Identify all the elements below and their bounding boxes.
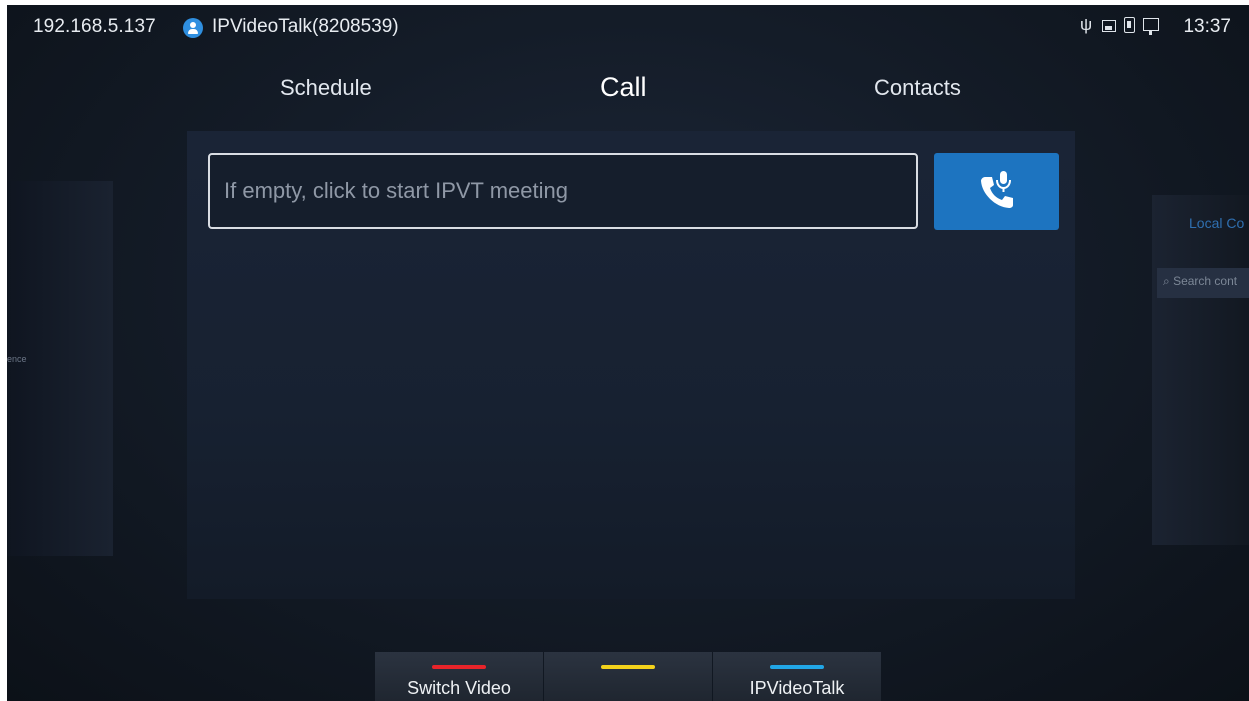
call-button[interactable] bbox=[934, 153, 1059, 230]
softkey-blue[interactable]: IPVideoTalk bbox=[713, 652, 881, 701]
phone-mic-icon bbox=[981, 171, 1013, 208]
schedule-panel-hint: ence bbox=[7, 354, 27, 364]
tab-contacts[interactable]: Contacts bbox=[874, 75, 961, 101]
contacts-panel-title: Local Co bbox=[1189, 215, 1245, 231]
softkey-blue-indicator bbox=[770, 665, 824, 669]
softkey-red-label: Switch Video bbox=[407, 678, 511, 698]
image-icon bbox=[1102, 20, 1116, 32]
dial-input-placeholder: If empty, click to start IPVT meeting bbox=[224, 178, 568, 203]
softkey-red[interactable]: Switch Video bbox=[375, 652, 543, 701]
device-screen: 192.168.5.137 IPVideoTalk(8208539) 13:37… bbox=[7, 5, 1249, 701]
tab-call[interactable]: Call bbox=[600, 72, 647, 103]
softkey-blue-label: IPVideoTalk bbox=[749, 678, 845, 698]
contacts-search-preview: ⌕ Search cont bbox=[1157, 268, 1249, 298]
dial-input[interactable]: If empty, click to start IPVT meeting bbox=[208, 153, 918, 229]
display-icon bbox=[1143, 17, 1159, 35]
softkey-red-indicator bbox=[432, 665, 486, 669]
tab-schedule[interactable]: Schedule bbox=[280, 75, 372, 101]
schedule-panel-preview[interactable] bbox=[7, 181, 113, 556]
account-icon bbox=[183, 18, 203, 38]
softkey-bar: Switch Video IPVideoTalk bbox=[375, 652, 882, 701]
status-icons bbox=[1078, 16, 1159, 35]
softkey-yellow[interactable] bbox=[544, 652, 712, 701]
contacts-panel-preview[interactable] bbox=[1152, 195, 1249, 545]
contacts-search-label: Search cont bbox=[1173, 274, 1238, 288]
clock: 13:37 bbox=[1183, 16, 1231, 37]
account-label: IPVideoTalk(8208539) bbox=[212, 16, 399, 37]
usb-icon bbox=[1078, 16, 1094, 34]
search-icon: ⌕ bbox=[1163, 274, 1174, 288]
status-bar: 192.168.5.137 IPVideoTalk(8208539) 13:37 bbox=[7, 5, 1249, 47]
ip-address: 192.168.5.137 bbox=[33, 16, 156, 37]
softkey-yellow-indicator bbox=[601, 665, 655, 669]
sd-card-icon bbox=[1124, 17, 1135, 33]
